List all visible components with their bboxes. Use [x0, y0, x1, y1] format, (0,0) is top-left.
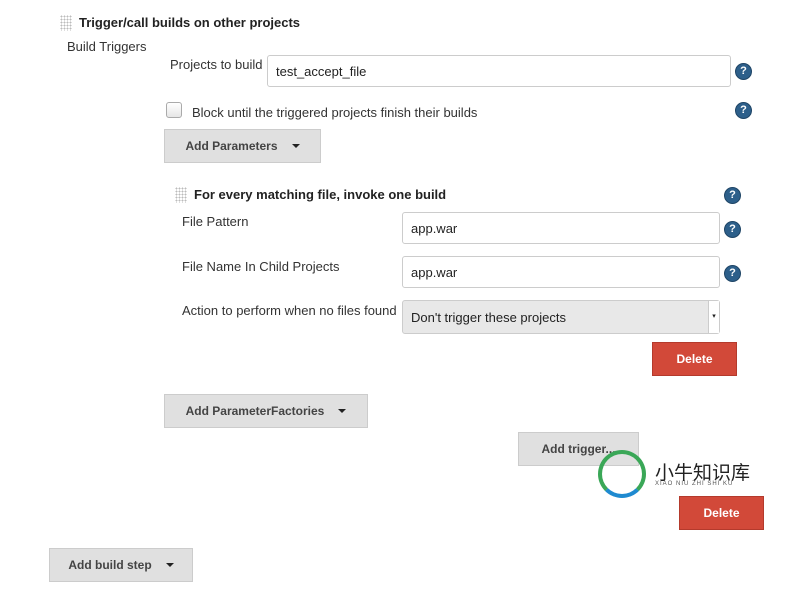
help-icon[interactable]: ? — [735, 102, 752, 119]
add-parameters-button[interactable]: Add Parameters — [164, 129, 321, 163]
action-label: Action to perform when no files found — [182, 303, 397, 318]
help-icon[interactable]: ? — [724, 221, 741, 238]
delete-factory-button[interactable]: Delete — [652, 342, 737, 376]
help-icon[interactable]: ? — [724, 187, 741, 204]
caret-down-icon — [165, 563, 174, 567]
help-icon[interactable]: ? — [735, 63, 752, 80]
child-name-input[interactable] — [402, 256, 720, 288]
watermark-pinyin: XIAO NIU ZHI SHI KU — [655, 481, 734, 487]
drag-handle-icon[interactable] — [60, 15, 72, 31]
button-label: Add ParameterFactories — [185, 404, 325, 418]
file-pattern-input[interactable] — [402, 212, 720, 244]
delete-trigger-button[interactable]: Delete — [679, 496, 764, 530]
block-checkbox[interactable] — [166, 102, 182, 118]
button-label: Add build step — [68, 558, 152, 572]
section-title: Trigger/call builds on other projects — [79, 15, 301, 30]
help-icon[interactable]: ? — [724, 265, 741, 282]
child-name-label: File Name In Child Projects — [182, 259, 340, 274]
block-label: Block until the triggered projects finis… — [192, 105, 478, 120]
action-select[interactable]: Don't trigger these projects ▾ — [402, 300, 720, 334]
button-label: Add Parameters — [185, 139, 278, 153]
add-build-step-button[interactable]: Add build step — [49, 548, 193, 582]
file-pattern-label: File Pattern — [182, 214, 249, 229]
caret-down-icon — [291, 144, 300, 148]
drag-handle-icon[interactable] — [175, 187, 187, 203]
watermark-logo-icon — [598, 450, 646, 498]
caret-down-icon — [338, 409, 347, 413]
build-triggers-label: Build Triggers — [67, 39, 147, 54]
select-value: Don't trigger these projects — [411, 310, 566, 325]
projects-label: Projects to build — [170, 57, 263, 72]
select-arrow-icon: ▾ — [708, 301, 719, 333]
add-parameter-factories-button[interactable]: Add ParameterFactories — [164, 394, 368, 428]
factory-title: For every matching file, invoke one buil… — [194, 187, 447, 202]
projects-input[interactable] — [267, 55, 731, 87]
